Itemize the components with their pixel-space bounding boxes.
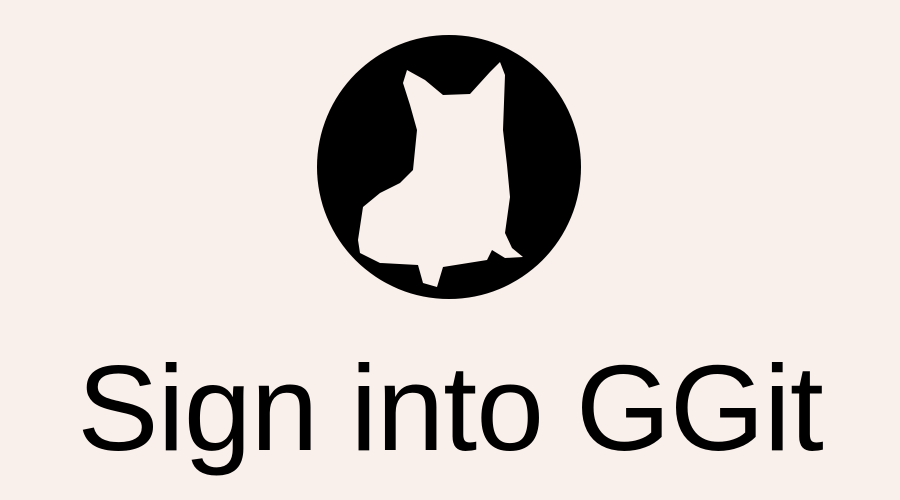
app-logo-icon xyxy=(317,35,581,299)
page-title: Sign into GGit xyxy=(77,340,823,476)
